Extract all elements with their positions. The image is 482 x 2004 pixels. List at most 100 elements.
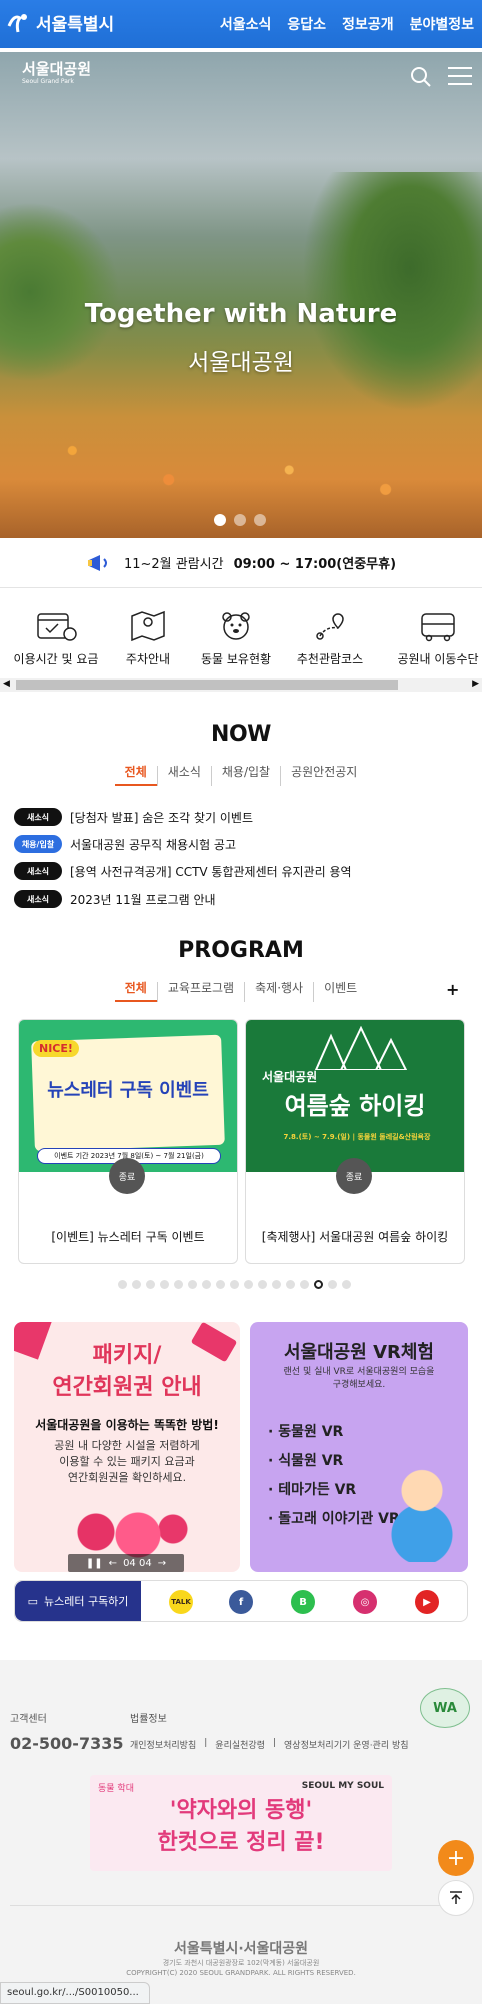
kakao-icon[interactable]: TALK <box>169 1590 193 1614</box>
tab-safety[interactable]: 공원안전공지 <box>280 766 367 786</box>
scrollbar-thumb[interactable] <box>16 680 398 690</box>
seoul-top-bar: 서울특별시 서울소식 응답소 정보공개 분야별정보 <box>0 0 482 48</box>
tab-recruit[interactable]: 채용/입찰 <box>210 766 280 786</box>
hero-dot[interactable] <box>234 514 246 526</box>
tab-event[interactable]: 이벤트 <box>313 982 367 1002</box>
news-item[interactable]: 채용/입찰 서울대공원 공무직 채용시험 공고 <box>14 835 236 853</box>
program-dot[interactable] <box>216 1280 225 1289</box>
program-dot[interactable] <box>300 1280 309 1289</box>
nav-fields[interactable]: 분야별정보 <box>410 14 474 34</box>
scroll-left-arrow[interactable]: ◀ <box>3 679 10 689</box>
bear-icon <box>222 612 250 640</box>
vr-title: 서울대공원 VR체험 <box>284 1342 434 1363</box>
vr-desc-line: 랜선 및 실내 VR로 서울대공원의 모습을 <box>283 1367 435 1377</box>
program-dot[interactable] <box>286 1280 295 1289</box>
nav-response[interactable]: 응답소 <box>287 14 326 34</box>
youtube-icon[interactable]: ▶ <box>415 1590 439 1614</box>
program-dot[interactable] <box>132 1280 141 1289</box>
quick-animals[interactable]: 동물 보유현황 <box>188 610 284 667</box>
quick-parking[interactable]: 주차안내 <box>100 610 196 667</box>
floating-plus-button[interactable]: + <box>438 1840 474 1876</box>
bus-icon <box>421 613 455 642</box>
program-title: PROGRAM <box>178 938 304 963</box>
quick-transport[interactable]: 공원내 이동수단 <box>390 610 482 667</box>
policy-banner[interactable]: 동물 학대 SEOUL MY SOUL '약자와의 동행' 한컷으로 정리 끝! <box>90 1775 392 1871</box>
scroll-to-top-button[interactable] <box>438 1880 474 1916</box>
vr-banner[interactable]: 서울대공원 VR체험 랜선 및 실내 VR로 서울대공원의 모습을 구경해보세요… <box>250 1322 468 1572</box>
program-dot[interactable] <box>202 1280 211 1289</box>
law-info-label: 법률정보 <box>130 1714 167 1725</box>
blog-icon[interactable]: B <box>291 1590 315 1614</box>
quick-hours-fees[interactable]: 이용시간 및 요금 <box>8 610 104 667</box>
program-dot[interactable] <box>314 1280 323 1289</box>
footer-address: 경기도 과천시 대공원광장로 102(막계동) 서울대공원 COPYRIGHT(… <box>0 1958 482 1978</box>
newsletter-button[interactable]: ▭ 뉴스레터 구독하기 <box>15 1581 141 1621</box>
calendar-ticket-icon <box>37 613 77 641</box>
scroll-right-arrow[interactable]: ▶ <box>472 679 479 689</box>
program-dot[interactable] <box>230 1280 239 1289</box>
hero-headline: Together with Nature <box>84 299 398 329</box>
pager-count: 04 04 <box>123 1557 152 1569</box>
quick-label: 동물 보유현황 <box>200 652 272 666</box>
program-dot[interactable] <box>272 1280 281 1289</box>
ethics-link[interactable]: 윤리실천강령 <box>215 1738 265 1751</box>
instagram-icon[interactable]: ◎ <box>353 1590 377 1614</box>
phone-number[interactable]: 02-500-7335 <box>10 1734 123 1753</box>
address-line: 경기도 과천시 대공원광장로 102(막계동) 서울대공원 <box>162 1959 320 1967</box>
program-dot[interactable] <box>244 1280 253 1289</box>
program-more-button[interactable]: + <box>446 980 459 999</box>
program-card[interactable]: 서울대공원 여름숲 하이킹 7.8.(토) ~ 7.9.(일) | 동물원 둘레… <box>245 1019 465 1264</box>
program-dot[interactable] <box>328 1280 337 1289</box>
footer-logo: 서울특별시·서울대공원 <box>173 1941 309 1957</box>
prev-arrow-icon[interactable]: ← <box>109 1558 117 1569</box>
program-dot[interactable] <box>174 1280 183 1289</box>
news-item[interactable]: 새소식 [용역 사전규격공개] CCTV 통합관제센터 유지관리 용역 <box>14 862 352 880</box>
news-item[interactable]: 새소식 2023년 11월 프로그램 안내 <box>14 890 216 908</box>
program-dot[interactable] <box>258 1280 267 1289</box>
pause-icon[interactable]: ❚❚ <box>86 1558 103 1569</box>
vr-item[interactable]: · 동물원 VR <box>268 1418 400 1447</box>
vr-item[interactable]: · 식물원 VR <box>268 1447 400 1476</box>
now-title: NOW <box>211 722 271 747</box>
news-badge: 새소식 <box>14 862 62 880</box>
banner-tag: 동물 학대 <box>98 1784 134 1794</box>
news-item[interactable]: 새소식 [당첨자 발표] 숨은 조각 찾기 이벤트 <box>14 808 253 826</box>
hero-banner[interactable]: 서울대공원 Seoul Grand Park Together with Nat… <box>0 52 482 538</box>
quick-label: 주차안내 <box>125 652 171 666</box>
card-img-period: 7.8.(토) ~ 7.9.(일) | 동물원 둘레길&산림욕장 <box>283 1133 431 1141</box>
program-dot[interactable] <box>118 1280 127 1289</box>
vr-item[interactable]: · 돌고래 이야기관 VR <box>268 1505 400 1534</box>
tab-all[interactable]: 전체 <box>114 766 157 786</box>
hero-dot[interactable] <box>214 514 226 526</box>
program-dot[interactable] <box>188 1280 197 1289</box>
forest-icon <box>314 1026 408 1070</box>
seoul-nav: 서울소식 응답소 정보공개 분야별정보 <box>220 14 474 34</box>
menu-icon[interactable] <box>448 66 472 90</box>
package-banner[interactable]: 패키지/연간회원권 안내 서울대공원을 이용하는 똑똑한 방법! 공원 내 다양… <box>14 1322 240 1572</box>
privacy-link[interactable]: 개인정보처리방침 <box>130 1738 196 1751</box>
tab-education[interactable]: 교육프로그램 <box>156 982 244 1002</box>
tab-all[interactable]: 전체 <box>114 982 157 1002</box>
park-logo[interactable]: 서울대공원 Seoul Grand Park <box>22 62 91 85</box>
nav-info[interactable]: 정보공개 <box>342 14 394 34</box>
quick-scrollbar[interactable]: ◀ ▶ <box>0 678 482 692</box>
vr-item[interactable]: · 테마가든 VR <box>268 1476 400 1505</box>
program-dot[interactable] <box>160 1280 169 1289</box>
program-tabs: 전체 교육프로그램 축제·행사 이벤트 <box>0 982 482 1002</box>
program-dot[interactable] <box>146 1280 155 1289</box>
tab-festival[interactable]: 축제·행사 <box>244 982 313 1002</box>
hours-notice: 11~2월 관람시간 09:00 ~ 17:00(연중무휴) <box>0 538 482 588</box>
tab-news[interactable]: 새소식 <box>156 766 211 786</box>
cctv-policy-link[interactable]: 영상정보처리기기 운영·관리 방침 <box>284 1738 409 1751</box>
banner-line: '약자와의 동행' <box>169 1798 313 1823</box>
nav-news[interactable]: 서울소식 <box>220 14 272 34</box>
facebook-icon[interactable]: f <box>229 1590 253 1614</box>
hero-dot[interactable] <box>254 514 266 526</box>
program-card[interactable]: NICE! 뉴스레터 구독 이벤트 이벤트 기간 2023년 7월 8일(토) … <box>18 1019 238 1264</box>
program-dot[interactable] <box>342 1280 351 1289</box>
quick-courses[interactable]: 추천관람코스 <box>282 610 378 667</box>
next-arrow-icon[interactable]: → <box>158 1558 166 1569</box>
seoul-logo[interactable]: 서울특별시 <box>6 10 114 35</box>
package-body-line: 공원 내 다양한 시설을 저렴하게 <box>54 1439 200 1452</box>
search-icon[interactable] <box>410 66 432 92</box>
